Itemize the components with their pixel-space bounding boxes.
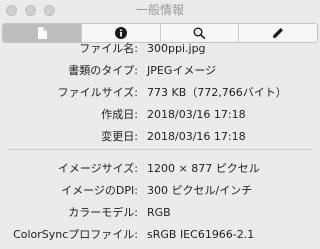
dimensions-label: イメージサイズ: [57, 162, 138, 175]
modified-row: 変更日: 2018/03/16 17:18 [0, 128, 320, 146]
dpi-row: イメージのDPI: 300 ピクセル/インチ [0, 182, 320, 200]
size-row: ファイルサイズ: 773 KB（772,766バイト） [0, 84, 320, 102]
dpi-label: イメージのDPI: [61, 184, 138, 197]
size-label: ファイルサイズ: [57, 86, 138, 99]
window-title: 一般情報 [135, 3, 184, 17]
created-label: 作成日: [101, 108, 138, 121]
kind-value: JPEGイメージ [147, 64, 217, 77]
colormodel-value: RGB [147, 206, 171, 219]
info-icon [114, 27, 127, 39]
created-value: 2018/03/16 17:18 [147, 108, 246, 121]
filename-label: ファイル名: [79, 42, 138, 55]
dpi-value: 300 ピクセル/インチ [147, 184, 253, 197]
modified-label: 変更日: [101, 130, 138, 143]
dimensions-row: イメージサイズ: 1200 × 877 ピクセル [0, 160, 320, 178]
inspector-window: 一般情報 ファイル名: 300ppi.jpg 書類のタイプ: JPEGイメージ … [0, 0, 320, 249]
magnifier-icon [193, 27, 206, 39]
filename-row: ファイル名: 300ppi.jpg [0, 40, 320, 58]
kind-label: 書類のタイプ: [68, 64, 138, 77]
dimensions-value: 1200 × 877 ピクセル [147, 162, 260, 175]
kind-row: 書類のタイプ: JPEGイメージ [0, 62, 320, 80]
colormodel-row: カラーモデル: RGB [0, 204, 320, 222]
title-bar: 一般情報 [0, 0, 320, 22]
size-value: 773 KB（772,766バイト） [147, 86, 287, 99]
colorsync-label: ColorSyncプロファイル: [13, 228, 138, 241]
colorsync-row: ColorSyncプロファイル: sRGB IEC61966-2.1 [0, 226, 320, 244]
filename-value: 300ppi.jpg [147, 42, 206, 55]
document-icon [37, 27, 47, 39]
section-divider [8, 149, 312, 150]
colormodel-label: カラーモデル: [68, 206, 138, 219]
modified-value: 2018/03/16 17:18 [147, 130, 246, 143]
colorsync-value: sRGB IEC61966-2.1 [147, 228, 255, 241]
pencil-icon [273, 28, 284, 38]
created-row: 作成日: 2018/03/16 17:18 [0, 106, 320, 124]
